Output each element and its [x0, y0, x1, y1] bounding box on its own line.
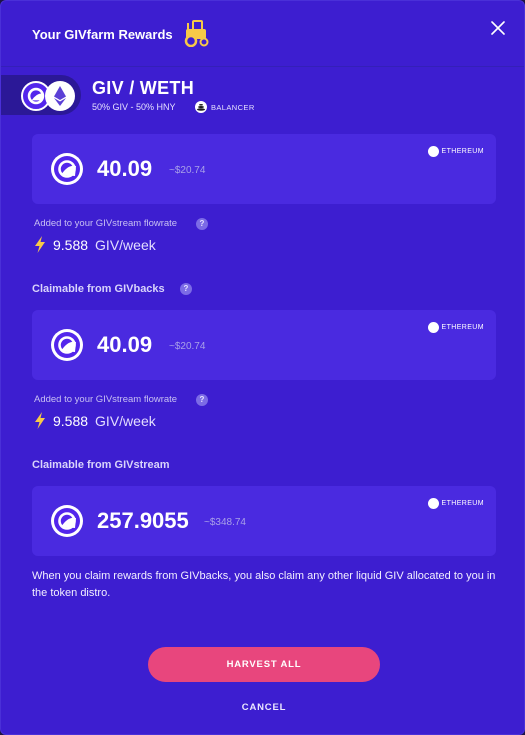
flowrate-label: Added to your GIVstream flowrate [34, 218, 178, 229]
claim-info-text: When you claim rewards from GIVbacks, yo… [32, 570, 496, 599]
platform-label: BALANCER [211, 103, 255, 112]
ethereum-token-icon [45, 81, 75, 111]
flowrate-label: Added to your GIVstream flowrate [34, 394, 178, 405]
modal-title: Your GIVfarm Rewards [32, 27, 173, 42]
harvest-all-button[interactable]: HARVEST ALL [148, 647, 380, 682]
flowrate-amount: 9.588 [53, 236, 89, 253]
modal-header: Your GIVfarm Rewards [1, 1, 524, 67]
reward-amount: 257.9055 [97, 508, 189, 533]
help-icon[interactable]: ? [196, 394, 208, 406]
giv-coin-icon [51, 153, 83, 185]
chain-badge: ETHEREUM [427, 498, 484, 509]
reward-usd-value: ~$20.74 [169, 341, 206, 352]
lightning-icon [35, 412, 45, 429]
section-title-givstream: Claimable from GIVstream [32, 459, 170, 471]
chain-label: ETHEREUM [441, 148, 484, 155]
giv-coin-icon [51, 505, 83, 537]
chain-label: ETHEREUM [441, 500, 484, 507]
close-icon[interactable] [491, 21, 505, 35]
help-icon[interactable]: ? [180, 283, 192, 295]
chain-badge: ETHEREUM [427, 322, 484, 333]
section-title-givbacks: Claimable from GIVbacks [32, 283, 165, 295]
reward-amount: 40.09 [97, 332, 153, 357]
lightning-icon [35, 236, 45, 253]
ethereum-icon [427, 146, 439, 157]
flowrate-amount: 9.588 [53, 412, 89, 429]
rewards-modal: Your GIVfarm Rewards GIV / WETH 50% GIV … [0, 0, 525, 735]
pair-token-pill [1, 75, 81, 115]
balancer-icon [195, 101, 207, 113]
giv-coin-icon [51, 329, 83, 361]
reward-amount: 40.09 [97, 156, 153, 181]
reward-card-givstream: 257.9055 ~$348.74 ETHEREUM [32, 486, 496, 556]
reward-usd-value: ~$20.74 [169, 165, 206, 176]
pair-composition: 50% GIV - 50% HNY [92, 102, 176, 112]
flowrate-unit: GIV/week [95, 412, 156, 429]
reward-usd-value: ~$348.74 [204, 517, 246, 528]
flowrate-value: 9.588 GIV/week [34, 236, 156, 253]
cancel-button[interactable]: CANCEL [214, 697, 314, 717]
ethereum-icon [427, 498, 439, 509]
help-icon[interactable]: ? [196, 218, 208, 230]
flowrate-unit: GIV/week [95, 236, 156, 253]
pair-name: GIV / WETH [92, 78, 194, 98]
chain-label: ETHEREUM [441, 324, 484, 331]
flowrate-value: 9.588 GIV/week [34, 412, 156, 429]
reward-card-liquidity: 40.09 ~$20.74 ETHEREUM [32, 134, 496, 204]
chain-badge: ETHEREUM [427, 146, 484, 157]
reward-card-givbacks: 40.09 ~$20.74 ETHEREUM [32, 310, 496, 380]
ethereum-icon [427, 322, 439, 333]
pool-pair-row: GIV / WETH 50% GIV - 50% HNY BALANCER [1, 73, 524, 117]
tractor-icon [184, 20, 209, 47]
